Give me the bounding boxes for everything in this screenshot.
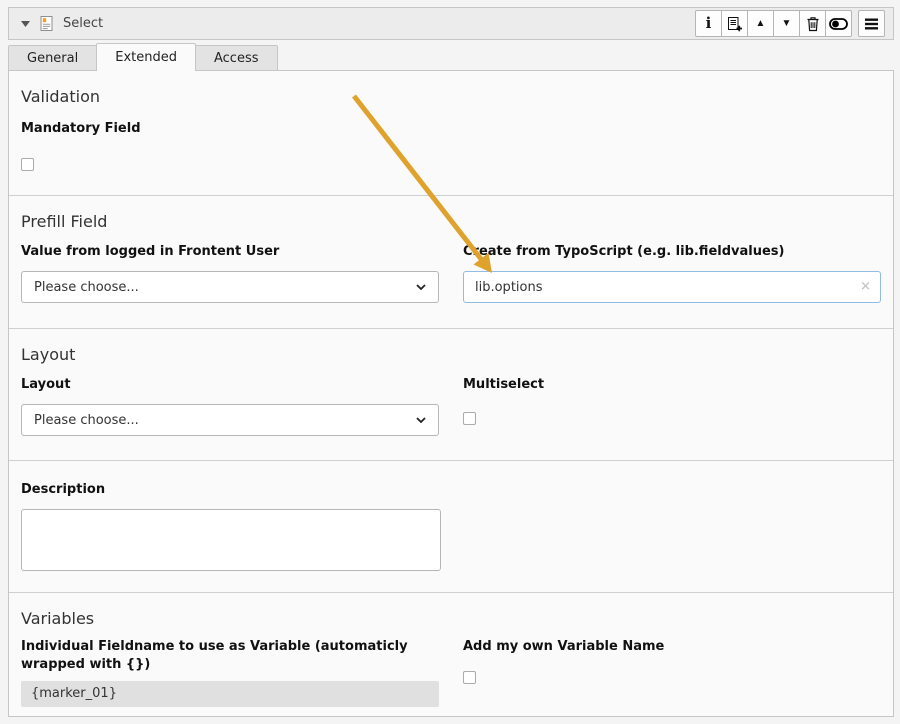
move-up-button[interactable]: ▲ [747, 10, 774, 37]
tab-general-label: General [27, 51, 78, 66]
arrow-down-icon: ▼ [782, 19, 792, 29]
description-textarea[interactable] [21, 509, 441, 571]
mandatory-field-label: Mandatory Field [21, 120, 881, 138]
multiselect-label: Multiselect [463, 376, 881, 394]
tab-extended-label: Extended [115, 50, 177, 65]
collapse-toggle-icon[interactable] [21, 21, 30, 27]
more-options-button[interactable] [858, 10, 885, 37]
chevron-down-icon [416, 417, 426, 423]
info-icon: i [706, 16, 712, 31]
record-type-icon [39, 15, 54, 32]
record-title: Select [63, 16, 103, 31]
description-label: Description [21, 481, 881, 499]
toggle-icon [829, 18, 848, 30]
section-description: Description [9, 461, 893, 593]
frontend-user-select[interactable]: Please choose... [21, 271, 439, 303]
section-validation: Validation Mandatory Field [9, 71, 893, 196]
own-variable-checkbox[interactable] [463, 671, 476, 684]
tab-bar: General Extended Access [8, 43, 277, 71]
section-prefill: Prefill Field Value from logged in Front… [9, 196, 893, 329]
mandatory-checkbox[interactable] [21, 158, 34, 171]
move-down-button[interactable]: ▼ [773, 10, 800, 37]
frontend-user-label: Value from logged in Frontent User [21, 243, 439, 261]
menu-icon [864, 18, 879, 30]
fieldname-variable-label: Individual Fieldname to use as Variable … [21, 638, 439, 674]
layout-select-value: Please choose... [34, 413, 139, 428]
delete-button[interactable] [799, 10, 826, 37]
tab-general[interactable]: General [8, 45, 97, 71]
frontend-user-select-value: Please choose... [34, 280, 139, 295]
typoscript-label: Create from TypoScript (e.g. lib.fieldva… [463, 243, 881, 261]
toggle-visibility-button[interactable] [825, 10, 852, 37]
section-title: Prefill Field [21, 212, 881, 231]
section-title: Variables [21, 609, 881, 628]
document-plus-icon [726, 16, 743, 32]
section-title: Layout [21, 345, 881, 364]
arrow-up-icon: ▲ [756, 19, 766, 29]
record-toolbar: i ▲ ▼ [695, 10, 885, 37]
inline-record-editor: Select i ▲ ▼ [0, 0, 900, 724]
layout-select[interactable]: Please choose... [21, 404, 439, 436]
multiselect-checkbox[interactable] [463, 412, 476, 425]
info-button[interactable]: i [695, 10, 722, 37]
section-variables: Variables Individual Fieldname to use as… [9, 593, 893, 716]
tab-extended[interactable]: Extended [96, 43, 196, 71]
tab-content-extended: Validation Mandatory Field Prefill Field… [8, 70, 894, 717]
marker-readonly-input [21, 681, 439, 707]
layout-label: Layout [21, 376, 439, 394]
record-header: Select i ▲ ▼ [8, 7, 894, 40]
tab-access-label: Access [214, 51, 259, 66]
trash-icon [806, 16, 820, 32]
clear-input-icon[interactable]: ✕ [860, 281, 871, 294]
chevron-down-icon [416, 284, 426, 290]
own-variable-label: Add my own Variable Name [463, 638, 881, 656]
tab-access[interactable]: Access [195, 45, 278, 71]
section-title: Validation [21, 87, 881, 106]
new-record-after-button[interactable] [721, 10, 748, 37]
typoscript-input[interactable] [463, 271, 881, 303]
section-layout: Layout Layout Please choose... Multisele… [9, 329, 893, 461]
